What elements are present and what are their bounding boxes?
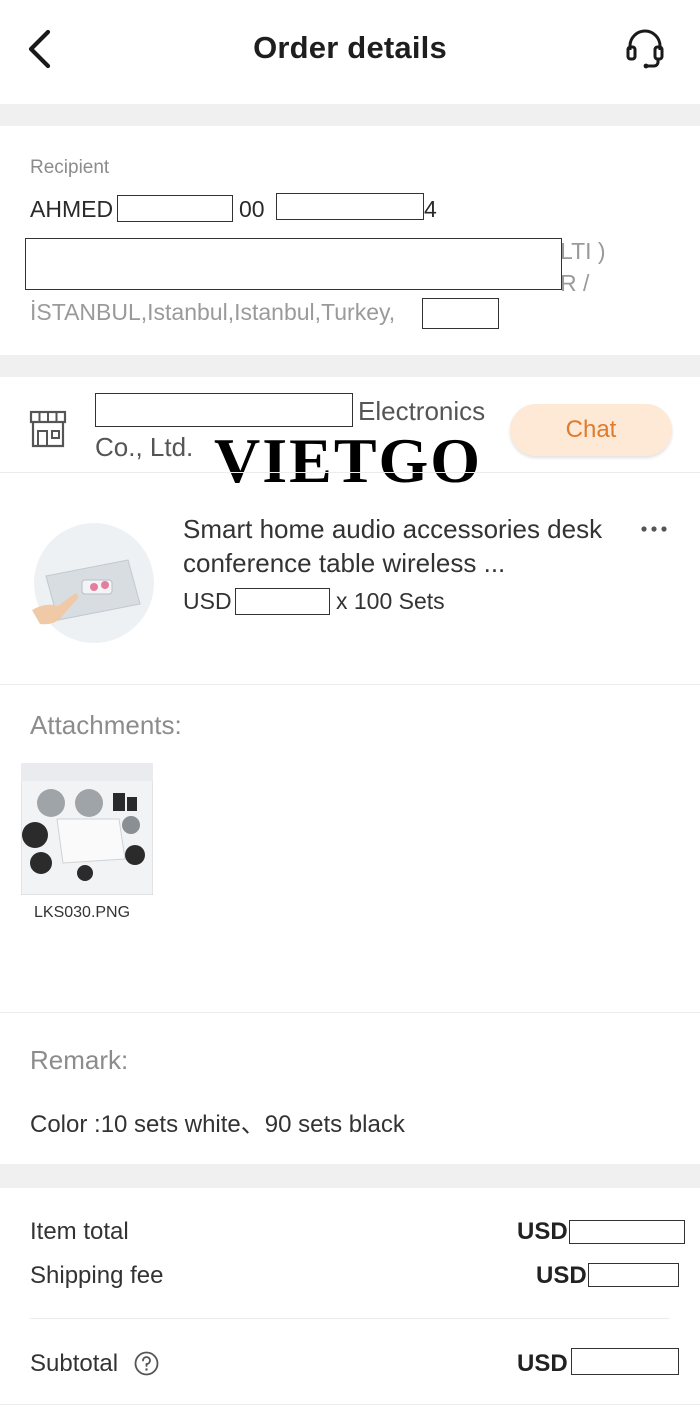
store-icon: [28, 409, 68, 449]
supplier-name-suffix[interactable]: Co., Ltd.: [95, 432, 193, 463]
redacted-box: [588, 1263, 679, 1287]
section-divider: [0, 1164, 700, 1188]
headset-icon[interactable]: [622, 26, 668, 72]
subtotal-currency: USD: [517, 1350, 568, 1377]
chat-button[interactable]: Chat: [510, 404, 672, 456]
help-circle-icon[interactable]: [134, 1351, 159, 1376]
attachments-label: Attachments:: [30, 710, 182, 740]
divider-line: [0, 684, 700, 685]
page-title: Order details: [253, 30, 447, 65]
watermark: VIETGO: [214, 425, 483, 496]
divider-line: [30, 1318, 670, 1319]
redacted-box: [117, 195, 233, 222]
attachment-filename[interactable]: LKS030.PNG: [34, 904, 130, 922]
more-horizontal-icon[interactable]: [640, 510, 668, 541]
recipient-name: AHMED: [30, 196, 114, 222]
redacted-box: [276, 193, 424, 220]
product-image[interactable]: [28, 520, 154, 646]
redacted-box: [25, 238, 562, 290]
product-currency: USD: [183, 588, 232, 614]
redacted-box: [422, 298, 499, 329]
redacted-box: [571, 1348, 679, 1375]
product-quantity: x 100 Sets: [336, 588, 445, 614]
supplier-name[interactable]: Electronics: [358, 396, 485, 427]
item-total-currency: USD: [517, 1218, 568, 1245]
subtotal-label: Subtotal: [30, 1350, 119, 1377]
redacted-box: [235, 588, 330, 615]
remark-label: Remark:: [30, 1045, 129, 1075]
redacted-box: [95, 393, 353, 427]
item-total-label: Item total: [30, 1218, 129, 1245]
section-divider: [0, 355, 700, 377]
recipient-phone-suffix: 4: [424, 196, 437, 222]
shipping-fee-currency: USD: [536, 1262, 587, 1289]
shipping-fee-label: Shipping fee: [30, 1262, 164, 1289]
recipient-address: İSTANBUL,Istanbul,Istanbul,Turkey,: [30, 299, 396, 325]
divider-line: [0, 472, 700, 473]
header-bar: Order details: [0, 0, 700, 104]
address-partial: R /: [560, 270, 590, 296]
divider-line: [0, 1404, 700, 1405]
product-title[interactable]: Smart home audio accessories desk confer…: [183, 512, 623, 580]
recipient-phone-prefix: 00: [239, 196, 265, 222]
address-partial: LTI ): [560, 238, 606, 264]
recipient-label: Recipient: [30, 157, 110, 178]
redacted-box: [569, 1220, 685, 1244]
section-divider: [0, 104, 700, 126]
remark-text: Color :10 sets white、90 sets black: [30, 1111, 405, 1138]
divider-line: [0, 1012, 700, 1013]
attachment-thumbnail[interactable]: [20, 762, 154, 896]
